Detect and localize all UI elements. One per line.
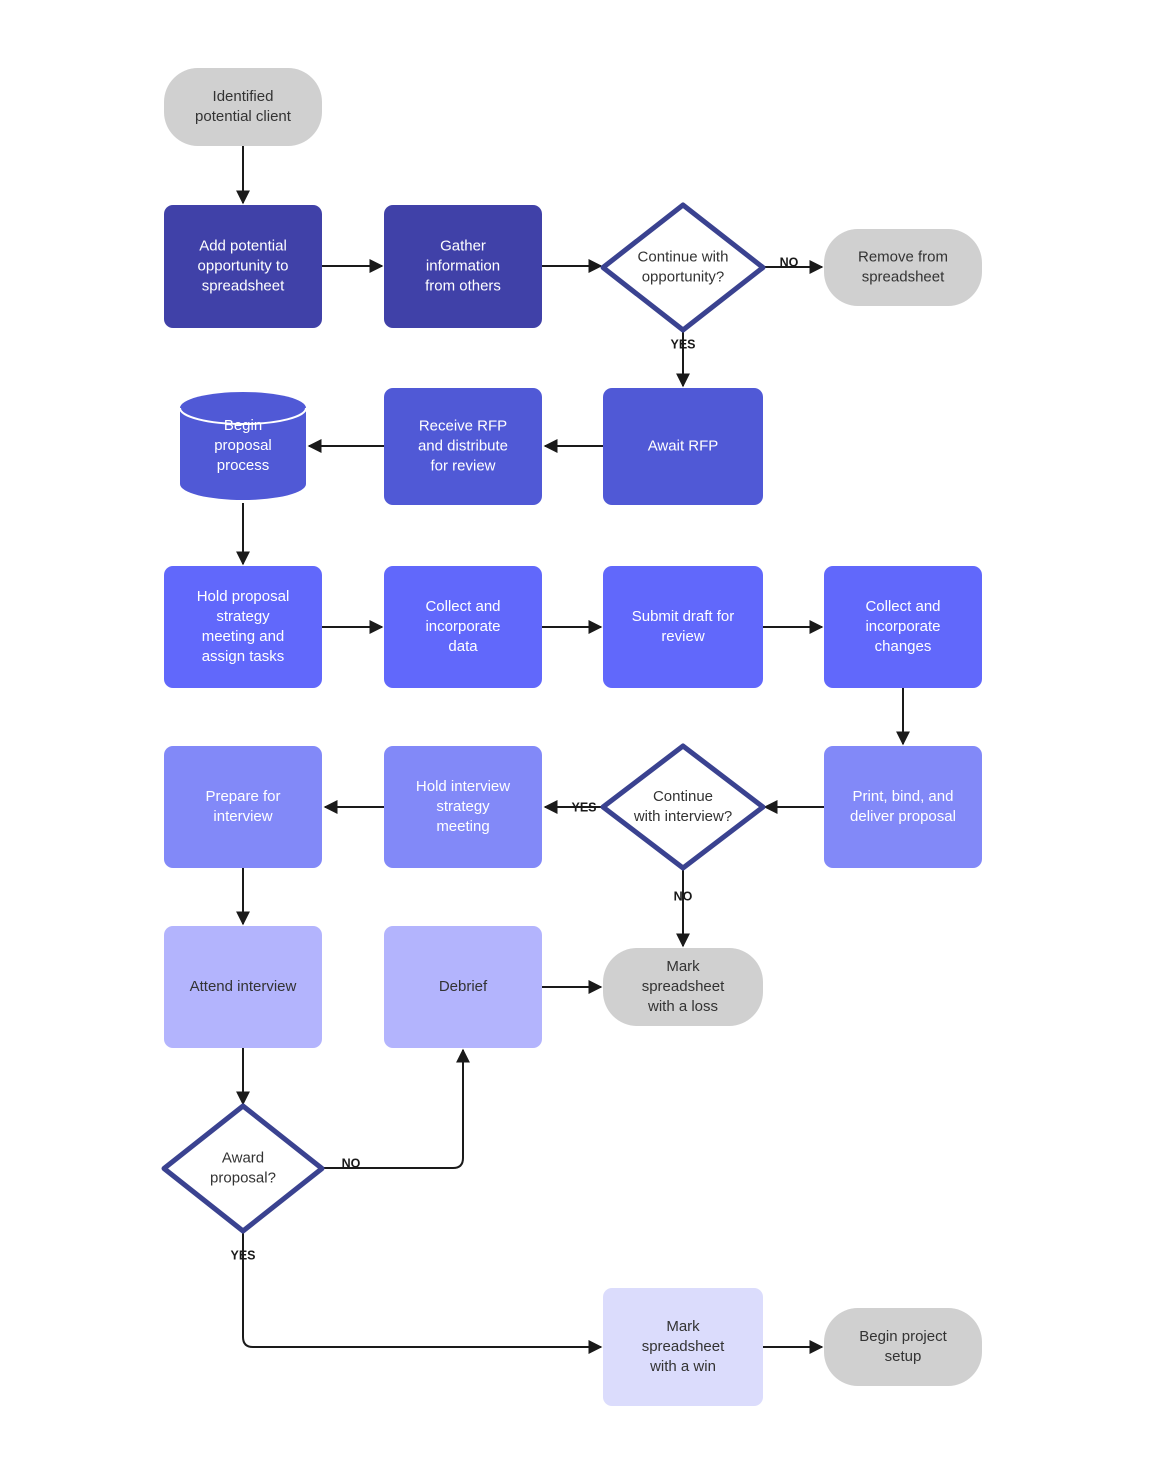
node-begin-project-setup[interactable]: Begin project setup (824, 1308, 982, 1386)
node-label: Attend interview (190, 978, 297, 995)
node-identified-potential-client[interactable]: Identified potential client (164, 68, 322, 146)
node-remove-from-spreadsheet[interactable]: Remove from spreadsheet (824, 229, 982, 306)
node-receive-rfp-and-distribute-for-review[interactable]: Receive RFP and distribute for review (384, 388, 542, 505)
node-label: Receive RFP and distribute for review (418, 417, 508, 474)
node-begin-proposal-process[interactable]: Begin proposal process (179, 392, 307, 500)
edge-label-interview-no: NO (674, 889, 693, 903)
node-add-potential-opportunity-to-spreadsheet[interactable]: Add potential opportunity to spreadsheet (164, 205, 322, 328)
node-collect-and-incorporate-data[interactable]: Collect and incorporate data (384, 566, 542, 688)
node-label: Add potential opportunity to spreadsheet (198, 237, 289, 294)
edge-label-interview-yes: YES (571, 800, 596, 814)
node-label: Debrief (439, 978, 488, 995)
node-hold-interview-strategy-meeting[interactable]: Hold interview strategy meeting (384, 746, 542, 868)
node-debrief[interactable]: Debrief (384, 926, 542, 1048)
node-mark-spreadsheet-with-a-win[interactable]: Mark spreadsheet with a win (603, 1288, 763, 1406)
node-await-rfp[interactable]: Await RFP (603, 388, 763, 505)
node-print-bind-and-deliver-proposal[interactable]: Print, bind, and deliver proposal (824, 746, 982, 868)
edge-label-continue-no: NO (780, 255, 799, 269)
node-mark-spreadsheet-with-a-loss[interactable]: Mark spreadsheet with a loss (603, 948, 763, 1026)
decision-continue-with-opportunity[interactable]: Continue with opportunity? (600, 202, 766, 333)
node-collect-and-incorporate-changes[interactable]: Collect and incorporate changes (824, 566, 982, 688)
edge-award-yes-to-mark-win (242, 1231, 603, 1354)
node-attend-interview[interactable]: Attend interview (164, 926, 322, 1048)
node-layer: Identified potential client Add potential o… (161, 68, 982, 1406)
decision-award-proposal[interactable]: Award proposal? (161, 1103, 325, 1234)
decision-continue-with-interview[interactable]: Continue with interview? (600, 743, 766, 871)
node-submit-draft-for-review[interactable]: Submit draft for review (603, 566, 763, 688)
edge-award-no-to-debrief (322, 1048, 470, 1169)
node-prepare-for-interview[interactable]: Prepare for interview (164, 746, 322, 868)
edge-label-continue-yes: YES (670, 337, 695, 351)
edge-label-award-no: NO (342, 1156, 361, 1170)
node-label: Collect and incorporate changes (865, 598, 940, 655)
node-label: Await RFP (648, 437, 719, 454)
node-gather-information-from-others[interactable]: Gather information from others (384, 205, 542, 328)
flowchart-canvas: NO YES YES NO NO YES Identified potential… (161, 68, 982, 1406)
node-hold-proposal-strategy-meeting-and-assig[interactable]: Hold proposal strategy meeting and assign t… (164, 566, 322, 688)
edge-label-award-yes: YES (230, 1248, 255, 1262)
